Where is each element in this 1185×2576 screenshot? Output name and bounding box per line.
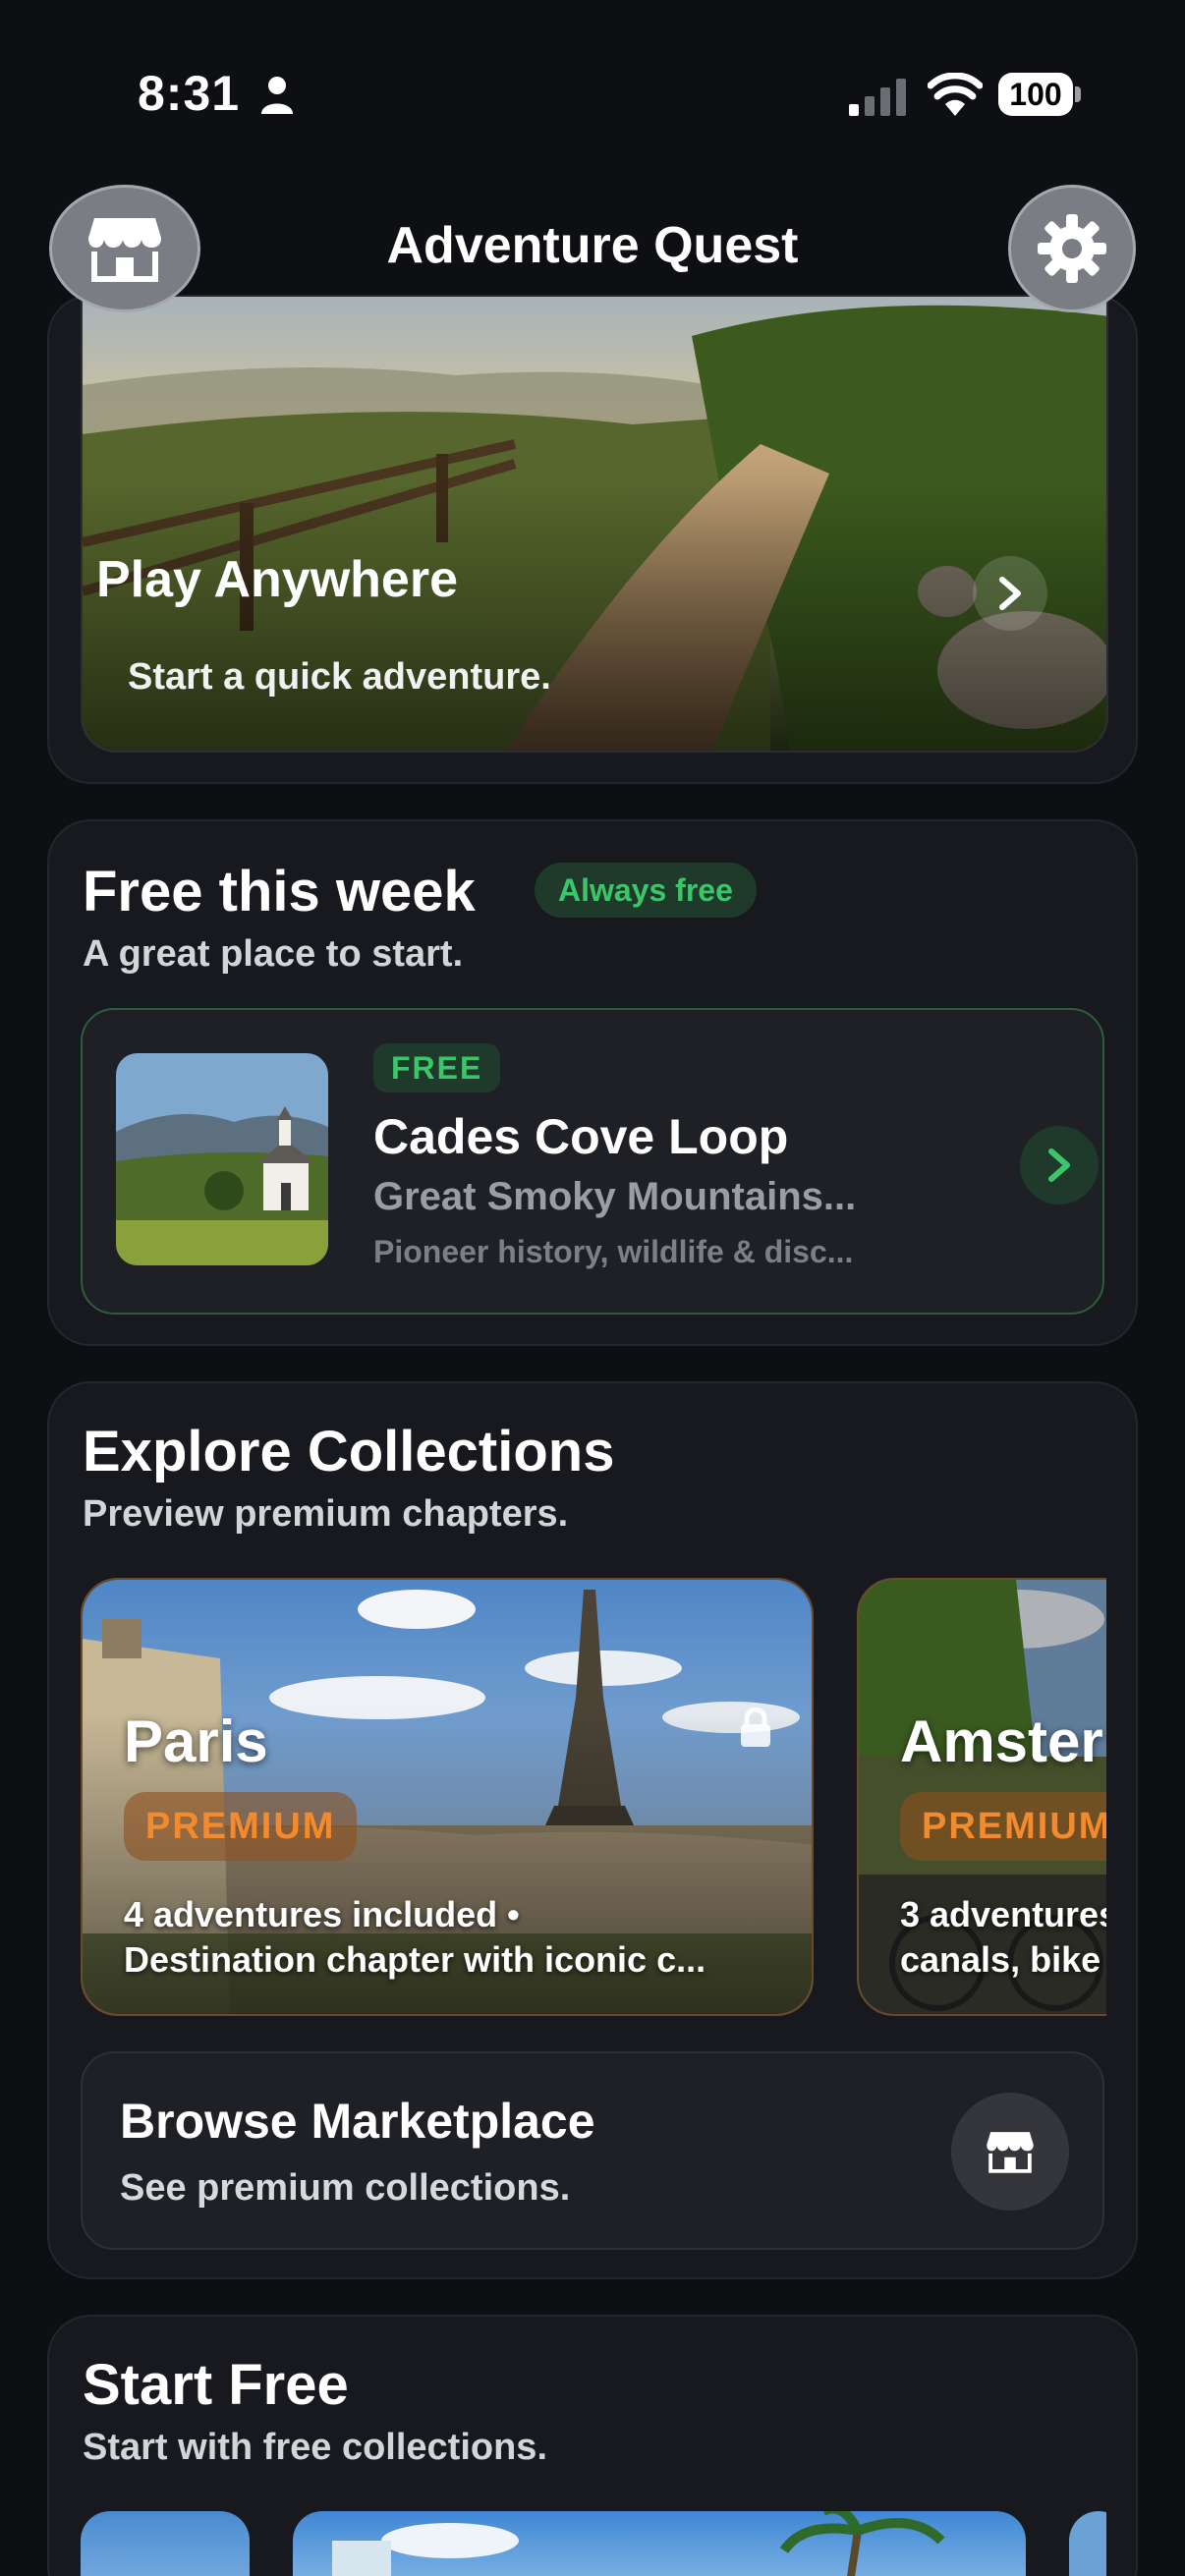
premium-badge: PREMIUM (124, 1792, 358, 1861)
cades-cove-thumbnail (116, 1053, 328, 1265)
collection-name: Paris (124, 1708, 268, 1774)
collections-title: Explore Collections (83, 1420, 615, 1484)
collection-description: canals, bike (900, 1939, 1101, 1980)
collection-info: 4 adventures included • Destination chap… (124, 1892, 705, 1983)
collection-card-paris[interactable]: Paris PREMIUM 4 adventures included • De… (81, 1578, 814, 2016)
gear-icon (1038, 214, 1106, 283)
hero-subtitle: Start a quick adventure. (128, 656, 551, 698)
battery-level: 100 (998, 73, 1073, 116)
marketplace-icon-button (951, 2093, 1069, 2211)
hero-title: Play Anywhere (96, 551, 459, 608)
collections-subtitle: Preview premium chapters. (83, 1493, 569, 1535)
free-week-subtitle: A great place to start. (83, 933, 464, 975)
start-free-subtitle: Start with free collections. (83, 2427, 547, 2468)
free-adventure-open-button[interactable] (1020, 1126, 1099, 1204)
collection-name: Amster (900, 1708, 1103, 1774)
premium-badge: PREMIUM (900, 1792, 1106, 1861)
browse-title: Browse Marketplace (120, 2094, 595, 2149)
start-free-section: Start Free Start with free collections. (47, 2315, 1138, 2576)
start-free-carousel[interactable] (81, 2511, 1106, 2576)
battery-indicator: 100 (998, 73, 1081, 116)
lock-icon (741, 1708, 770, 1747)
person-icon (261, 77, 293, 114)
collections-carousel[interactable]: Paris PREMIUM 4 adventures included • De… (81, 1578, 1106, 2016)
collection-info: 3 adventures canals, bike (900, 1892, 1106, 1983)
play-anywhere-card[interactable] (47, 295, 1138, 784)
start-free-tile[interactable] (81, 2511, 250, 2576)
collection-adventure-count: 4 adventures included • (124, 1894, 520, 1934)
explore-collections-section: Explore Collections Preview premium chap… (47, 1381, 1138, 2279)
free-adventure-card[interactable]: FREE Cades Cove Loop Great Smoky Mountai… (81, 1008, 1104, 1315)
adventure-description: Pioneer history, wildlife & disc... (373, 1234, 854, 1269)
free-week-title: Free this week (83, 860, 476, 924)
always-free-badge: Always free (535, 863, 757, 918)
chevron-right-icon (999, 577, 1021, 610)
start-free-title: Start Free (83, 2353, 349, 2417)
signal-icon (849, 79, 906, 116)
adventure-location: Great Smoky Mountains... (373, 1175, 857, 1218)
start-free-tile[interactable] (1069, 2511, 1106, 2576)
settings-button[interactable] (1008, 185, 1136, 312)
battery-tip (1075, 86, 1081, 102)
wifi-icon (928, 73, 983, 116)
status-bar: 8:31 100 (0, 0, 1185, 187)
free-this-week-section: Free this week Always free A great place… (47, 819, 1138, 1346)
browse-marketplace-button[interactable]: Browse Marketplace See premium collectio… (81, 2051, 1104, 2250)
store-icon (987, 2132, 1034, 2173)
start-free-tile[interactable] (293, 2511, 1026, 2576)
status-time: 8:31 (138, 66, 241, 121)
free-badge: FREE (373, 1043, 501, 1092)
adventure-name: Cades Cove Loop (373, 1109, 789, 1164)
hero-open-button[interactable] (973, 556, 1047, 631)
browse-subtitle: See premium collections. (120, 2167, 571, 2209)
collection-description: Destination chapter with iconic c... (124, 1939, 706, 1980)
collection-card-amsterdam[interactable]: Amster PREMIUM 3 adventures canals, bike (857, 1578, 1106, 2016)
chevron-right-icon (1048, 1148, 1070, 1182)
collection-adventure-count: 3 adventures (900, 1894, 1106, 1934)
